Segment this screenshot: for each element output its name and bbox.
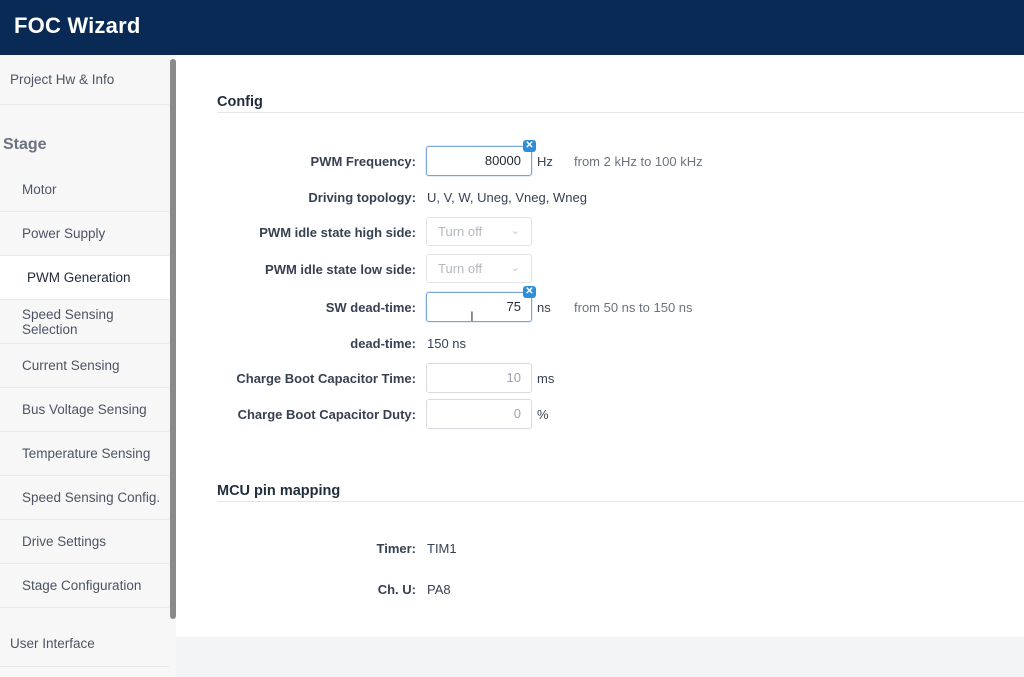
charge-boot-time-unit: ms [537, 371, 555, 386]
driving-topology-label: Driving topology: [308, 190, 416, 205]
clear-x-icon[interactable]: ✕ [523, 286, 536, 298]
sw-dead-time-input[interactable]: 75 [426, 292, 532, 322]
sidebar-stage-heading: Stage [3, 136, 47, 153]
driving-topology-value: U, V, W, Uneg, Vneg, Wneg [427, 190, 587, 205]
charge-boot-duty-input[interactable]: 0 [426, 399, 532, 429]
charge-boot-time-input[interactable]: 10 [426, 363, 532, 393]
sw-dead-time-unit: ns [537, 300, 551, 315]
pwm-frequency-unit: Hz [537, 154, 553, 169]
sidebar-item-power-supply[interactable]: Power Supply [0, 212, 169, 256]
sidebar-item-pwm-generation[interactable]: PWM Generation [0, 256, 169, 300]
pwm-idle-high-label: PWM idle state high side: [259, 225, 416, 240]
sidebar-item-label: Speed Sensing Config. [22, 490, 161, 505]
sidebar-item-label: Speed Sensing Selection [22, 306, 114, 337]
sidebar-item-temperature-sensing[interactable]: Temperature Sensing [0, 432, 169, 476]
charge-boot-duty-label: Charge Boot Capacitor Duty: [237, 407, 416, 422]
sidebar-item-current-sensing[interactable]: Current Sensing [0, 344, 169, 388]
sw-dead-time-label: SW dead-time: [325, 300, 416, 315]
pwm-frequency-hint: from 2 kHz to 100 kHz [574, 154, 703, 169]
chevron-down-icon: ⌄ [510, 262, 520, 274]
sidebar-item-drive-settings[interactable]: Drive Settings [0, 520, 169, 564]
pwm-idle-low-select[interactable]: Turn off ⌄ [426, 254, 532, 283]
config-divider [217, 112, 1024, 113]
sidebar-item-motor[interactable]: Motor [0, 168, 169, 212]
sidebar-item-label: Current Sensing [22, 358, 120, 373]
sidebar-item-label: PWM Generation [27, 270, 131, 285]
ch-u-label: Ch. U: [377, 582, 416, 597]
timer-label: Timer: [376, 541, 417, 556]
sidebar-item-label: Project Hw & Info [10, 72, 115, 87]
app-header: FOC Wizard [0, 0, 1024, 55]
pwm-frequency-label: PWM Frequency: [310, 154, 416, 169]
sw-dead-time-hint: from 50 ns to 150 ns [574, 300, 693, 315]
dead-time-value: 150 ns [427, 336, 467, 351]
sidebar: Project Hw & Info Stage Motor Power Supp… [0, 55, 176, 677]
sidebar-item-stage-configuration[interactable]: Stage Configuration [0, 564, 169, 608]
sidebar-item-user-interface[interactable]: User Interface [0, 621, 169, 667]
charge-boot-duty-unit: % [537, 407, 549, 422]
main-panel: Config PWM Frequency: 80000 ✕ Hz from 2 … [176, 55, 1024, 637]
sidebar-item-bus-voltage-sensing[interactable]: Bus Voltage Sensing [0, 388, 169, 432]
mcu-section-title: MCU pin mapping [217, 483, 341, 499]
sidebar-item-speed-sensing-selection[interactable]: Speed Sensing Selection [0, 300, 169, 344]
sidebar-item-speed-sensing-config[interactable]: Speed Sensing Config. [0, 476, 169, 520]
charge-boot-time-label: Charge Boot Capacitor Time: [236, 371, 416, 386]
sidebar-item-label: Power Supply [22, 226, 106, 241]
config-section-title: Config [217, 94, 263, 110]
pwm-idle-low-label: PWM idle state low side: [265, 262, 416, 277]
chevron-down-icon: ⌄ [510, 225, 520, 237]
pwm-idle-high-select[interactable]: Turn off ⌄ [426, 217, 532, 246]
dead-time-label: dead-time: [350, 336, 416, 351]
text-cursor-icon: I [470, 308, 474, 324]
pwm-idle-high-value: Turn off [438, 224, 483, 239]
clear-x-icon[interactable]: ✕ [523, 140, 536, 152]
sidebar-item-project[interactable]: Project Hw & Info [0, 55, 169, 105]
sidebar-item-label: Drive Settings [22, 534, 107, 549]
timer-value: TIM1 [427, 541, 457, 556]
sidebar-item-label: Bus Voltage Sensing [22, 402, 147, 417]
sidebar-item-label: Temperature Sensing [22, 446, 151, 461]
mcu-divider [217, 501, 1024, 502]
ch-u-value: PA8 [427, 582, 451, 597]
pwm-idle-low-value: Turn off [438, 261, 483, 276]
sidebar-item-label: Stage Configuration [22, 578, 142, 593]
app-title: FOC Wizard [14, 13, 141, 38]
sidebar-item-label: Motor [22, 182, 57, 197]
main-bottom-band [176, 637, 1024, 677]
sidebar-item-label: User Interface [10, 636, 95, 651]
pwm-frequency-input[interactable]: 80000 [426, 146, 532, 176]
